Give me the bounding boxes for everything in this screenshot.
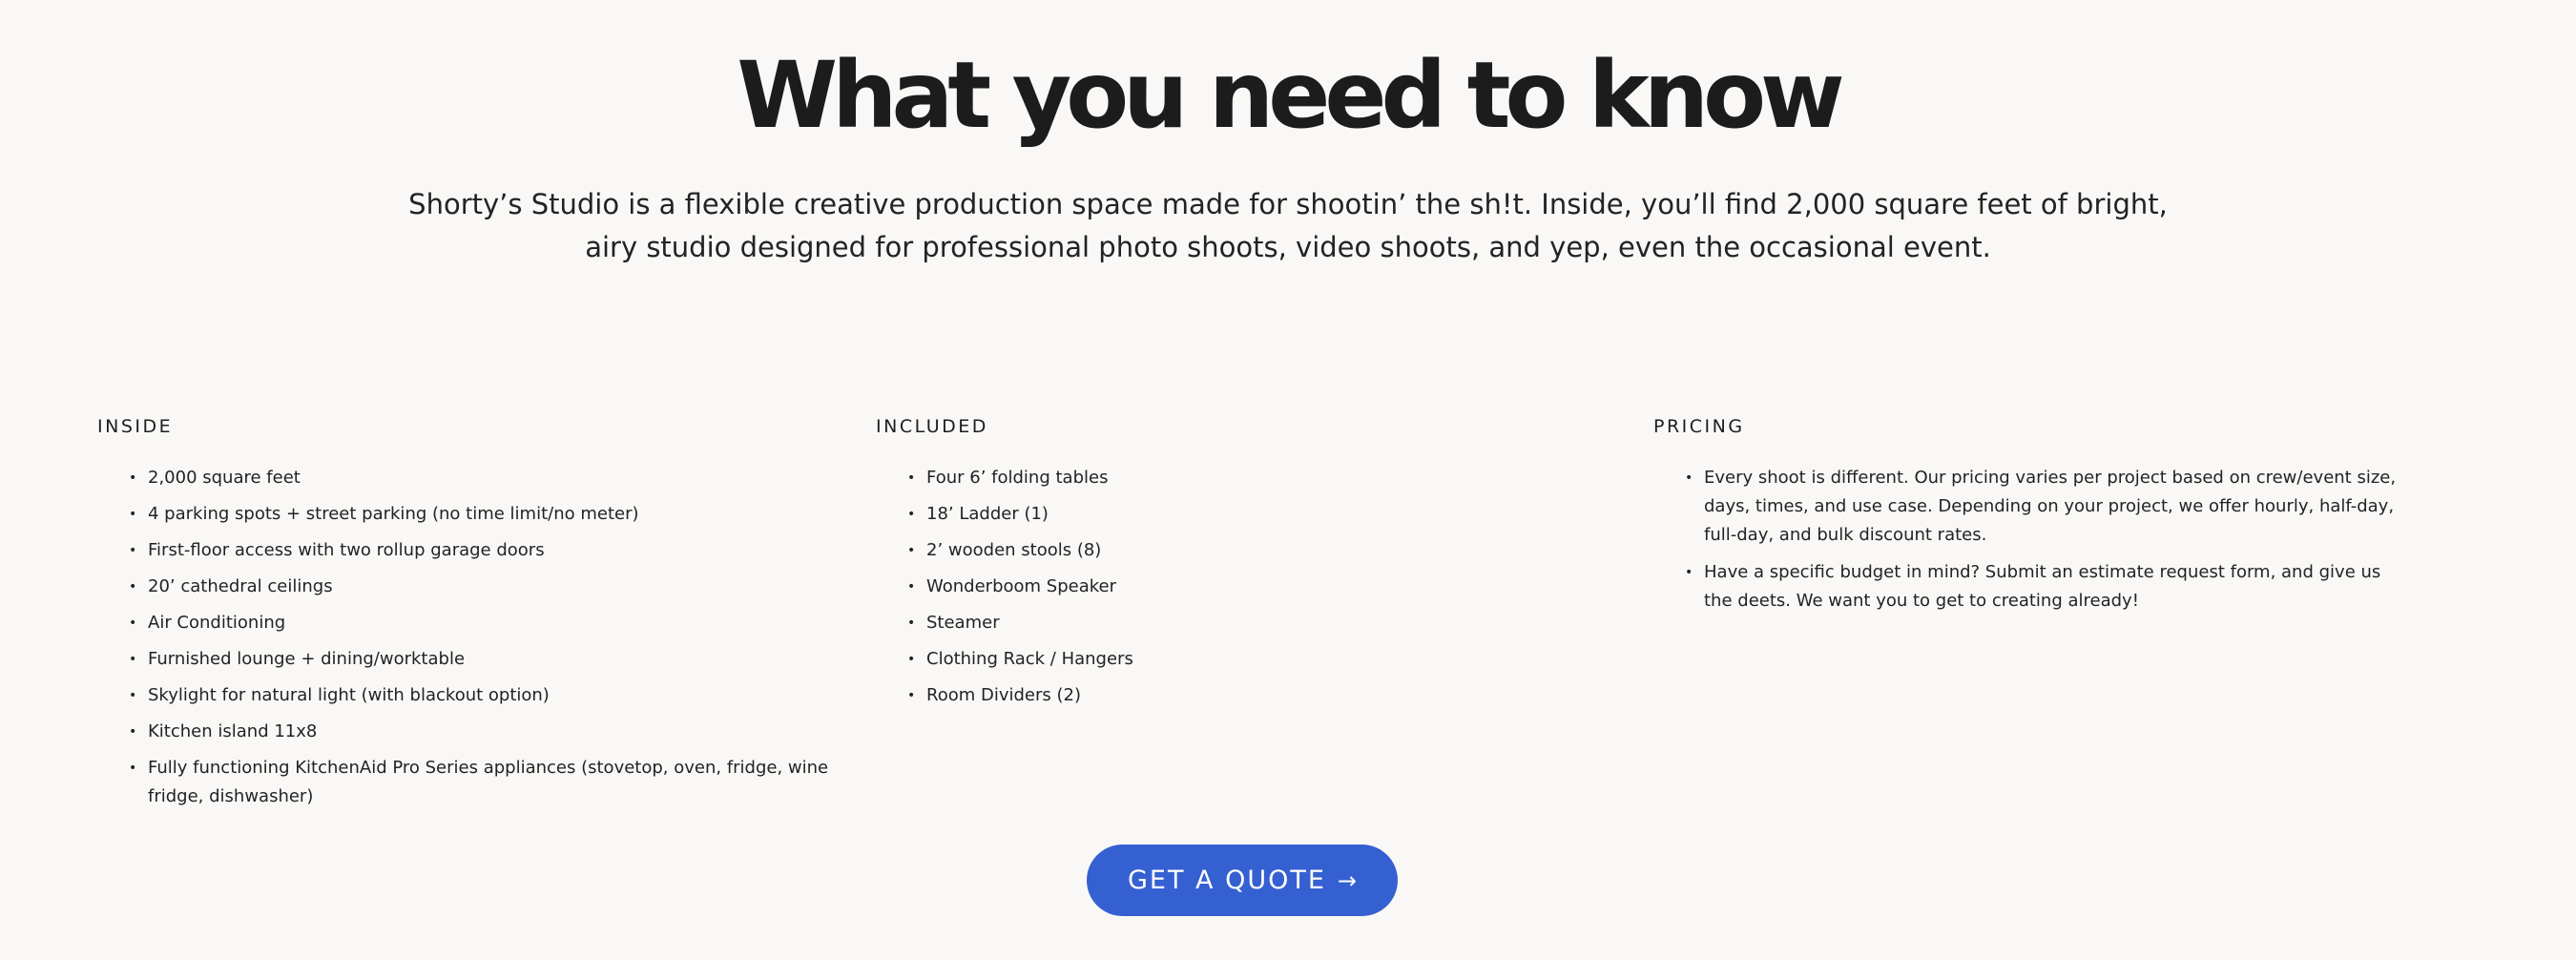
pricing-section: PRICING Every shoot is different. Our pr… bbox=[1653, 410, 2398, 624]
list-item: 2’ wooden stools (8) bbox=[907, 536, 1620, 565]
included-heading: INCLUDED bbox=[876, 416, 988, 437]
pricing-heading: PRICING bbox=[1653, 416, 1745, 437]
list-item: 18’ Ladder (1) bbox=[907, 500, 1620, 529]
get-a-quote-label: GET A QUOTE bbox=[1127, 866, 1326, 895]
list-item: Clothing Rack / Hangers bbox=[907, 645, 1620, 674]
list-item: Furnished lounge + dining/worktable bbox=[129, 645, 841, 674]
list-item: 4 parking spots + street parking (no tim… bbox=[129, 500, 841, 529]
list-item: Have a specific budget in mind? Submit a… bbox=[1685, 558, 2398, 616]
list-item: 2,000 square feet bbox=[129, 464, 841, 492]
inside-section: INSIDE 2,000 square feet 4 parking spots… bbox=[97, 410, 841, 819]
arrow-right-icon: → bbox=[1337, 866, 1358, 894]
list-item: Skylight for natural light (with blackou… bbox=[129, 681, 841, 710]
inside-list: 2,000 square feet 4 parking spots + stre… bbox=[97, 464, 841, 811]
list-item: Every shoot is different. Our pricing va… bbox=[1685, 464, 2398, 550]
list-item: First-floor access with two rollup garag… bbox=[129, 536, 841, 565]
list-item: Kitchen island 11x8 bbox=[129, 718, 841, 746]
intro-paragraph: Shorty’s Studio is a flexible creative p… bbox=[408, 188, 2168, 263]
included-list: Four 6’ folding tables 18’ Ladder (1) 2’… bbox=[876, 464, 1620, 710]
list-item: Four 6’ folding tables bbox=[907, 464, 1620, 492]
list-item: Room Dividers (2) bbox=[907, 681, 1620, 710]
pricing-list: Every shoot is different. Our pricing va… bbox=[1653, 464, 2398, 616]
page-title: What you need to know bbox=[737, 42, 1844, 149]
list-item: Air Conditioning bbox=[129, 609, 841, 637]
included-section: INCLUDED Four 6’ folding tables 18’ Ladd… bbox=[876, 410, 1620, 718]
inside-heading: INSIDE bbox=[97, 416, 174, 437]
list-item: Steamer bbox=[907, 609, 1620, 637]
list-item: 20’ cathedral ceilings bbox=[129, 573, 841, 601]
list-item: Wonderboom Speaker bbox=[907, 573, 1620, 601]
get-a-quote-button[interactable]: GET A QUOTE → bbox=[1087, 845, 1398, 916]
list-item: Fully functioning KitchenAid Pro Series … bbox=[129, 754, 841, 811]
